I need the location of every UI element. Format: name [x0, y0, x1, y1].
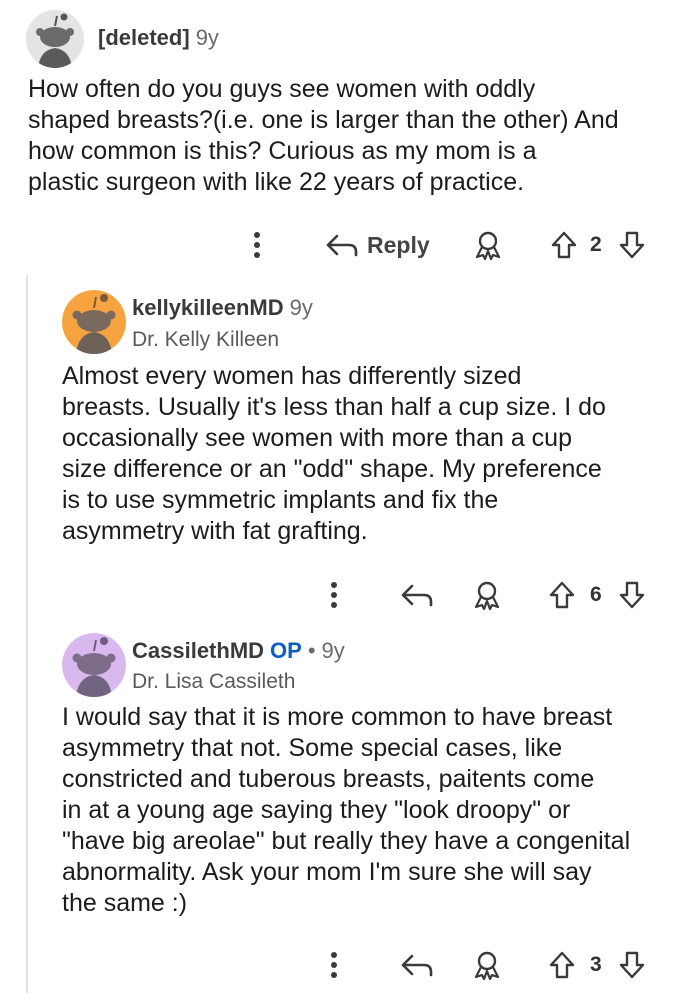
- reply-button[interactable]: [400, 945, 434, 985]
- downvote-button[interactable]: [618, 225, 646, 265]
- comment-line: the same :): [62, 889, 188, 917]
- comment-line: plastic surgeon with like 22 years of pr…: [28, 168, 525, 196]
- comment-line: how common is this? Curious as my mom is…: [28, 137, 537, 165]
- comment-body: I would say that it is more common to ha…: [62, 702, 630, 919]
- downvote-button[interactable]: [618, 575, 646, 615]
- comment-age[interactable]: 9y: [290, 295, 313, 320]
- downvote-arrow-icon: [619, 231, 645, 259]
- comment-header: kellykilleenMD 9y: [132, 295, 313, 321]
- comment-line: How often do you guys see women with odd…: [28, 75, 536, 103]
- comment-line: constricted and tuberous breasts, paiten…: [62, 765, 595, 793]
- comment: CassilethMD OP • 9y Dr. Lisa Cassileth I wo…: [0, 620, 700, 993]
- snoo-avatar-icon: [62, 290, 126, 354]
- upvote-button[interactable]: [548, 575, 576, 615]
- reply-label: Reply: [367, 231, 430, 258]
- comment-line: abnormality. Ask your mom I'm sure she w…: [62, 858, 592, 886]
- avatar[interactable]: [62, 633, 126, 697]
- reply-arrow-icon: [326, 234, 358, 257]
- comment-header: [deleted] 9y: [98, 25, 219, 51]
- username[interactable]: CassilethMD: [132, 638, 264, 663]
- reply-button[interactable]: Reply: [325, 225, 430, 265]
- username[interactable]: [deleted]: [98, 25, 190, 50]
- comment-body: Almost every women has differently sized…: [62, 361, 606, 547]
- separator-dot: •: [307, 638, 316, 663]
- downvote-arrow-icon: [619, 581, 645, 609]
- upvote-button[interactable]: [550, 225, 578, 265]
- award-button[interactable]: [473, 575, 501, 615]
- award-icon: [474, 951, 500, 980]
- reply-button[interactable]: [400, 575, 434, 615]
- upvote-button[interactable]: [548, 945, 576, 985]
- comment-line: in at a young age saying they "look droo…: [62, 796, 571, 824]
- award-icon: [474, 581, 500, 610]
- vote-count-text: 6: [590, 583, 602, 606]
- reply-arrow-icon: [401, 954, 433, 977]
- reply-arrow-icon: [401, 584, 433, 607]
- comment-body: How often do you guys see women with odd…: [28, 74, 619, 198]
- comment-line: asymmetry with fat grafting.: [62, 517, 368, 545]
- vote-count: 6: [590, 575, 602, 615]
- user-flair: Dr. Lisa Cassileth: [132, 670, 296, 693]
- comment-actions: Reply 2: [0, 225, 700, 265]
- comment-line: I would say that it is more common to ha…: [62, 703, 613, 731]
- comment-line: size difference or an "odd" shape. My pr…: [62, 455, 602, 483]
- user-flair: Dr. Kelly Killeen: [132, 328, 280, 351]
- comment-line: Almost every women has differently sized: [62, 362, 522, 390]
- snoo-avatar-icon: [26, 10, 84, 68]
- more-options-icon: [254, 232, 260, 258]
- more-options-icon: [331, 582, 337, 608]
- vote-count-text: 3: [590, 953, 602, 976]
- award-button[interactable]: [473, 945, 501, 985]
- snoo-avatar-icon: [62, 633, 126, 697]
- comment: kellykilleenMD 9y Dr. Kelly Killeen Almos…: [0, 275, 700, 620]
- comment-age[interactable]: 9y: [322, 638, 345, 663]
- award-icon: [475, 231, 501, 260]
- avatar[interactable]: [26, 10, 84, 68]
- more-options-icon: [331, 952, 337, 978]
- comment-line: "have big areolae" but really they have …: [62, 827, 631, 855]
- upvote-arrow-icon: [549, 951, 575, 979]
- comment-line: shaped breasts?(i.e. one is larger than …: [28, 106, 619, 134]
- comment-age[interactable]: 9y: [196, 25, 219, 50]
- comment-line: asymmetry that not. Some special cases, …: [62, 734, 563, 762]
- more-options-button[interactable]: [253, 225, 273, 265]
- more-options-button[interactable]: [330, 575, 350, 615]
- comment-line: breasts. Usually it's less than half a c…: [62, 393, 606, 421]
- comment-actions: 6: [0, 575, 700, 615]
- op-badge: OP: [270, 638, 302, 663]
- more-options-button[interactable]: [330, 945, 350, 985]
- comment-header: CassilethMD OP • 9y: [132, 638, 345, 664]
- avatar[interactable]: [62, 290, 126, 354]
- downvote-button[interactable]: [618, 945, 646, 985]
- downvote-arrow-icon: [619, 951, 645, 979]
- upvote-arrow-icon: [549, 581, 575, 609]
- vote-count-text: 2: [590, 233, 602, 256]
- comment-line: occasionally see women with more than a …: [62, 424, 572, 452]
- award-button[interactable]: [474, 225, 502, 265]
- comment-actions: 3: [0, 945, 700, 985]
- comment-line: is to use symmetric implants and fix the: [62, 486, 499, 514]
- vote-count: 3: [590, 945, 602, 985]
- vote-count: 2: [590, 225, 602, 265]
- upvote-arrow-icon: [551, 231, 577, 259]
- comment: [deleted] 9y How often do you guys see wo…: [0, 0, 700, 275]
- username[interactable]: kellykilleenMD: [132, 295, 284, 320]
